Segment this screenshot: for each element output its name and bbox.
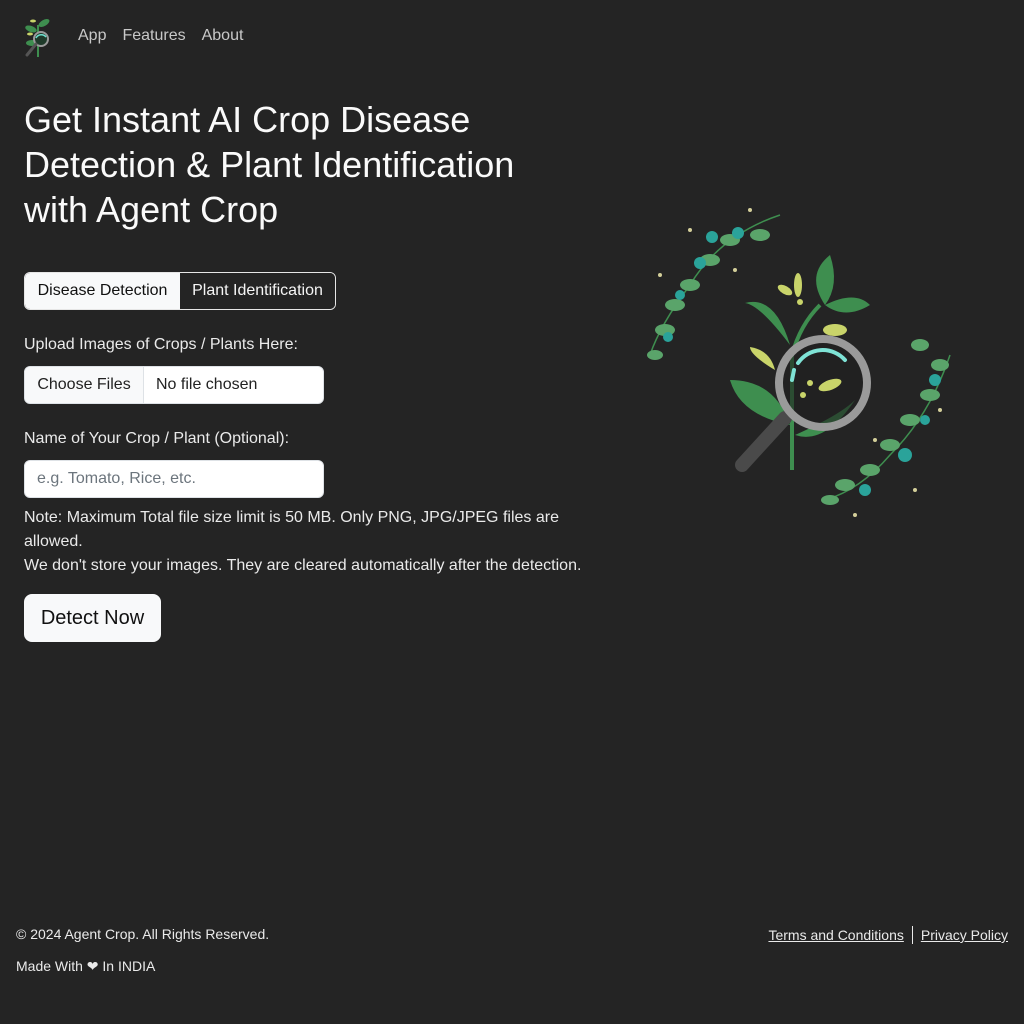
choose-files-button[interactable]: Choose Files [25, 367, 144, 403]
made-with-text: Made With ❤ In INDIA [16, 958, 156, 974]
privacy-link[interactable]: Privacy Policy [921, 927, 1008, 943]
file-status-text: No file chosen [156, 376, 258, 393]
tab-disease-detection[interactable]: Disease Detection [25, 273, 180, 309]
nav-link-features[interactable]: Features [122, 27, 185, 45]
garland-top-left [647, 208, 781, 360]
nav-link-app[interactable]: App [78, 27, 106, 45]
footer-links: Terms and Conditions Privacy Policy [768, 926, 1008, 944]
crop-name-input[interactable] [24, 460, 324, 498]
page-title: Get Instant AI Crop Disease Detection & … [24, 99, 515, 230]
mode-toggle: Disease Detection Plant Identification [24, 272, 336, 310]
note-file-limit: Note: Maximum Total file size limit is 5… [24, 509, 559, 550]
note-privacy: We don't store your images. They are cle… [24, 557, 582, 574]
upload-label: Upload Images of Crops / Plants Here: [24, 336, 298, 353]
detect-now-button[interactable]: Detect Now [24, 594, 161, 642]
nav-link-about[interactable]: About [202, 27, 244, 45]
navbar: App Features About [0, 0, 1024, 72]
plant-magnifier-illustration [647, 208, 951, 517]
tab-plant-identification[interactable]: Plant Identification [180, 273, 335, 309]
crop-name-label: Name of Your Crop / Plant (Optional): [24, 430, 290, 447]
terms-link[interactable]: Terms and Conditions [768, 927, 903, 943]
upload-note: Note: Maximum Total file size limit is 5… [24, 506, 594, 578]
agent-crop-logo-icon[interactable] [22, 13, 54, 59]
footer-left: © 2024 Agent Crop. All Rights Reserved. … [16, 926, 269, 975]
footer-divider [911, 926, 913, 944]
copyright-text: © 2024 Agent Crop. All Rights Reserved. [16, 926, 270, 942]
file-upload-input[interactable]: Choose Files No file chosen [24, 366, 324, 404]
